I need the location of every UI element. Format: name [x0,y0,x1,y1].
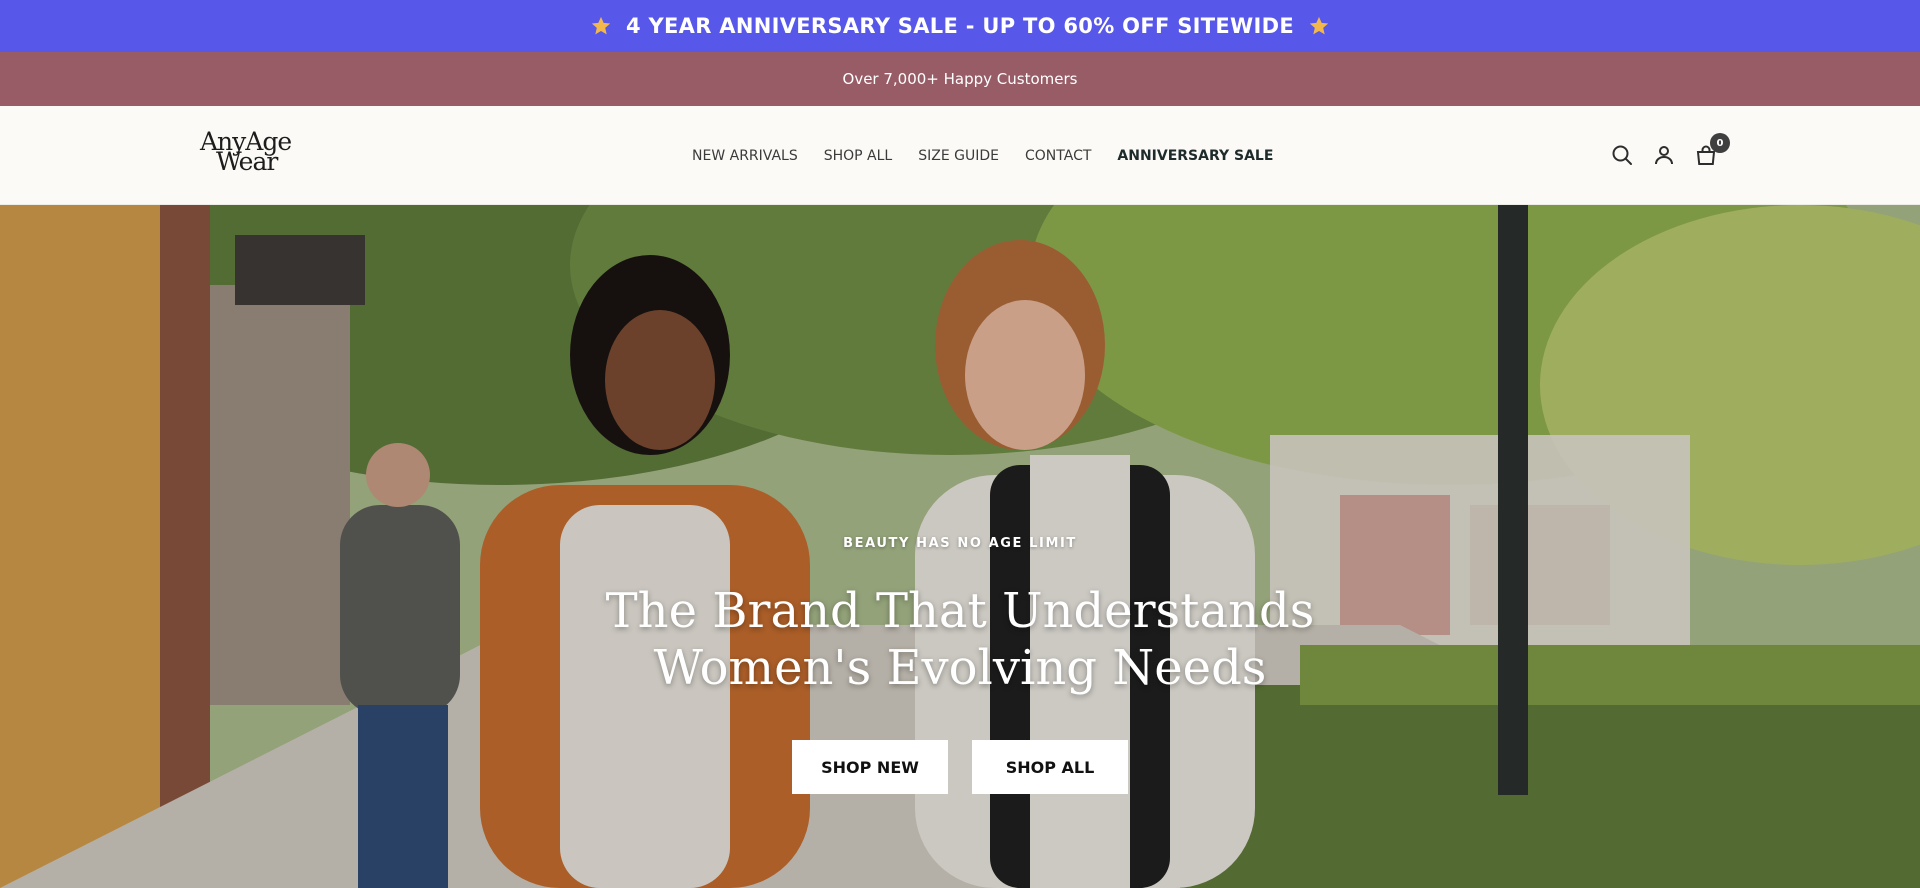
shop-new-button[interactable]: SHOP NEW [792,740,948,794]
social-proof-bar: Over 7,000+ Happy Customers [0,52,1920,106]
announcement-bar: 4 YEAR ANNIVERSARY SALE - UP TO 60% OFF … [0,0,1920,52]
star-icon [590,15,612,37]
search-icon[interactable] [1610,143,1634,167]
hero-eyebrow: BEAUTY HAS NO AGE LIMIT [843,536,1077,551]
nav-size-guide[interactable]: SIZE GUIDE [918,148,999,164]
main-nav: NEW ARRIVALS SHOP ALL SIZE GUIDE CONTACT… [692,106,1273,205]
account-icon[interactable] [1652,143,1676,167]
brand-logo[interactable]: AnyAge Wear [200,129,292,178]
header-icons: 0 [1610,133,1730,170]
shop-all-button[interactable]: SHOP ALL [972,740,1128,794]
cart-icon[interactable]: 0 [1694,133,1730,167]
nav-shop-all[interactable]: SHOP ALL [824,148,893,164]
nav-new-arrivals[interactable]: NEW ARRIVALS [692,148,798,164]
cart-count-badge: 0 [1710,133,1730,153]
logo-line-2: Wear [216,147,278,176]
nav-anniversary-sale[interactable]: ANNIVERSARY SALE [1117,148,1273,164]
nav-contact[interactable]: CONTACT [1025,148,1091,164]
hero-banner: BEAUTY HAS NO AGE LIMIT The Brand That U… [0,205,1920,888]
hero-headline: The Brand That Understands Women's Evolv… [605,583,1315,696]
announcement-text: 4 YEAR ANNIVERSARY SALE - UP TO 60% OFF … [626,14,1294,38]
hero-content: BEAUTY HAS NO AGE LIMIT The Brand That U… [0,205,1920,888]
social-proof-text: Over 7,000+ Happy Customers [842,70,1078,88]
star-icon [1308,15,1330,37]
site-header: AnyAge Wear NEW ARRIVALS SHOP ALL SIZE G… [0,106,1920,205]
